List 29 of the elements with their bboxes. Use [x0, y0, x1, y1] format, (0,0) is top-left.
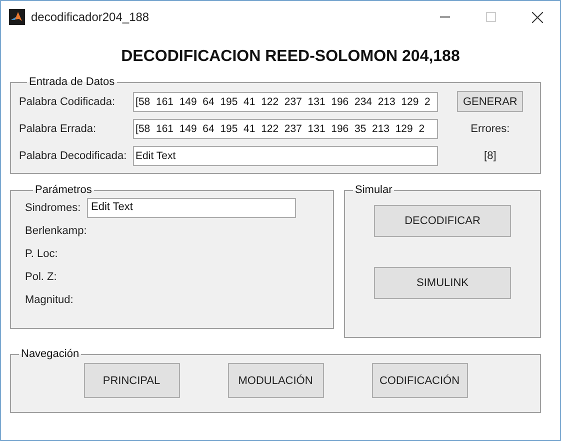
group-title: Simular: [354, 184, 394, 196]
action-button[interactable]: DECODIFICAR: [374, 205, 511, 237]
generate-button[interactable]: GENERAR: [457, 91, 524, 112]
field-label: Berlenkamp:: [25, 224, 87, 236]
errors-value: [8]: [484, 150, 496, 162]
field-label: Magnitud:: [25, 294, 74, 306]
nav-button[interactable]: PRINCIPAL: [84, 363, 180, 398]
app-icon: [9, 9, 25, 25]
window-title: decodificador204_188: [31, 10, 150, 24]
nav-button[interactable]: MODULACIÓN: [228, 363, 324, 398]
field-label: Pol. Z:: [25, 270, 58, 282]
errors-label: Errores:: [470, 122, 510, 134]
close-icon: [532, 12, 542, 22]
field-label: Palabra Codificada:: [19, 96, 116, 108]
group-title: Parámetros: [34, 184, 93, 196]
text-field[interactable]: [58 161 149 64 195 41 122 237 131 196 234 213 129 2: [132, 92, 438, 112]
field-label: P. Loc:: [25, 248, 59, 260]
group-title: Navegación: [20, 348, 80, 360]
field-label: Sindromes:: [25, 202, 82, 214]
action-button[interactable]: SIMULINK: [374, 267, 511, 299]
group-title: Entrada de Datos: [28, 76, 116, 88]
field-label: Palabra Errada:: [19, 122, 98, 134]
text-field[interactable]: [58 161 149 64 195 41 122 237 131 196 35 213 129 2: [132, 118, 438, 138]
field-label: Palabra Decodificada:: [19, 150, 128, 162]
text-field[interactable]: Edit Text: [87, 198, 296, 218]
text-field[interactable]: Edit Text: [132, 146, 438, 166]
page-heading: DECODIFICACION REED-SOLOMON 204,188: [121, 48, 460, 66]
nav-button[interactable]: CODIFICACIÓN: [372, 363, 468, 398]
maximize-icon: [486, 12, 496, 22]
